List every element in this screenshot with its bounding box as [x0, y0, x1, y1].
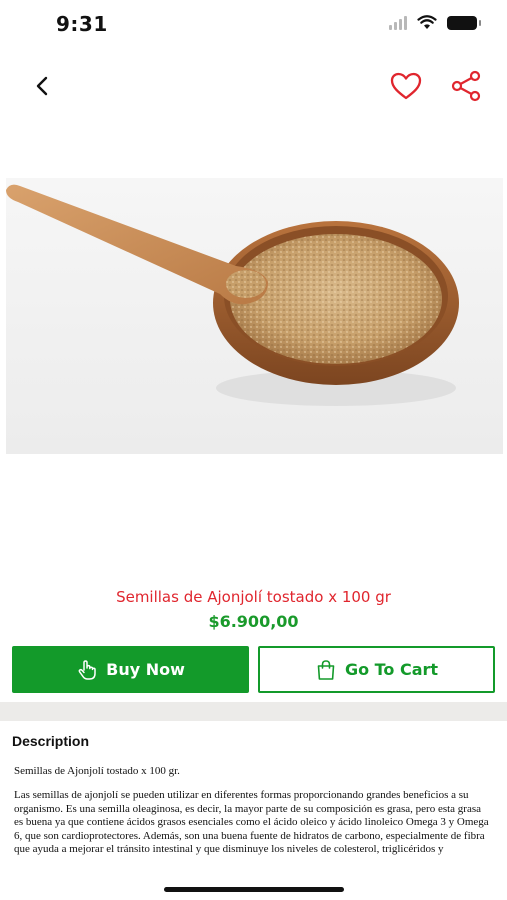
status-time: 9:31: [56, 12, 108, 36]
product-image: [6, 178, 503, 454]
buy-now-label: Buy Now: [106, 660, 185, 679]
go-to-cart-label: Go To Cart: [344, 660, 439, 679]
status-icons: [389, 15, 481, 30]
back-button[interactable]: [28, 72, 56, 100]
sesame-bowl-illustration: [6, 184, 459, 406]
chevron-left-icon: [36, 76, 48, 96]
product-name: Semillas de Ajonjolí tostado x 100 gr: [116, 588, 391, 606]
battery-icon: [447, 15, 481, 30]
home-indicator[interactable]: [164, 887, 344, 892]
buy-now-button[interactable]: Buy Now: [12, 646, 249, 693]
description-subtitle: Semillas de Ajonjolí tostado x 100 gr.: [14, 765, 180, 777]
wifi-icon: [417, 15, 437, 29]
share-icon: [451, 70, 481, 102]
product-price: $6.900,00: [208, 612, 299, 631]
signal-icon: [389, 15, 407, 30]
heart-icon: [390, 72, 422, 100]
share-button[interactable]: [448, 70, 484, 102]
nav-bar: [0, 60, 507, 110]
status-bar: 9:31: [0, 0, 507, 48]
section-divider: [0, 702, 507, 721]
description-title: Description: [12, 733, 90, 749]
go-to-cart-button[interactable]: Go To Cart: [258, 646, 495, 693]
description-body[interactable]: Las semillas de ajonjolí se pueden utili…: [14, 789, 492, 865]
hand-pointer-icon: [78, 659, 96, 680]
shopping-bag-icon: [317, 659, 335, 680]
favorite-button[interactable]: [388, 70, 424, 102]
